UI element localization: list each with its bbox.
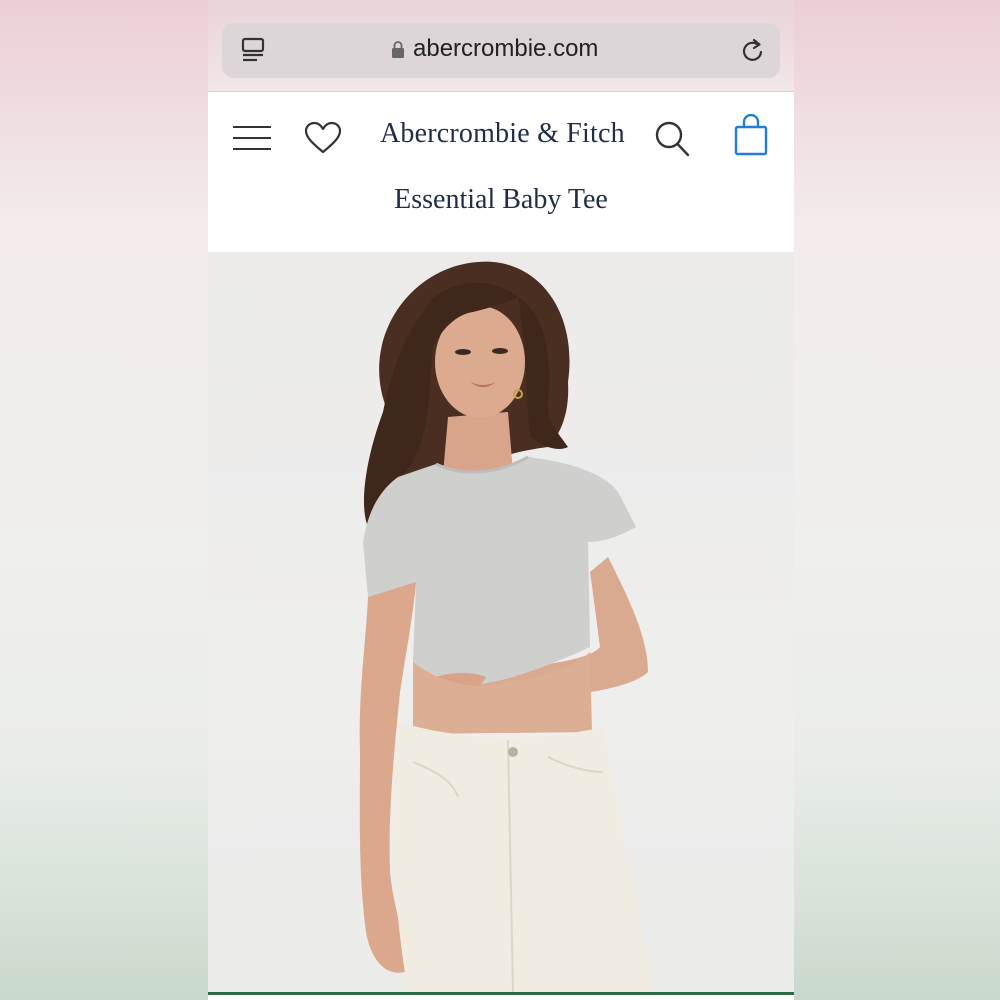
page-bottom-divider (208, 992, 794, 1000)
product-title: Essential Baby Tee (394, 184, 608, 215)
reload-icon[interactable] (740, 37, 766, 65)
model-photo (359, 261, 653, 992)
tabs-icon[interactable] (240, 37, 266, 65)
blurred-background-left (0, 0, 208, 1000)
lock-icon (392, 41, 404, 58)
heart-icon[interactable] (304, 121, 342, 155)
blurred-background-right (794, 0, 1000, 1000)
search-icon[interactable] (654, 120, 690, 158)
shopping-bag-icon[interactable] (734, 114, 768, 156)
url-field[interactable]: abercrombie.com (222, 23, 780, 78)
phone-screen: abercrombie.com Abercrombie & Fitch Esse… (208, 0, 794, 1000)
site-header: Abercrombie & Fitch Essential Baby Tee (208, 92, 794, 252)
product-image[interactable] (208, 252, 794, 992)
browser-address-bar: abercrombie.com (208, 0, 794, 92)
url-text[interactable]: abercrombie.com (413, 35, 598, 63)
brand-logo[interactable]: Abercrombie & Fitch (380, 118, 625, 150)
hamburger-menu-icon[interactable] (232, 124, 272, 152)
